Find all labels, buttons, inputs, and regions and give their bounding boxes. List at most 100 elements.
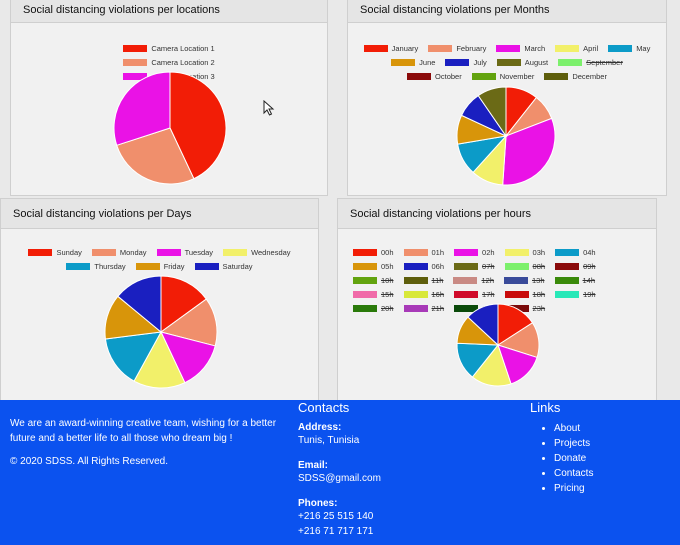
pie-chart-months (456, 86, 556, 186)
legend-swatch (555, 248, 580, 256)
legend-swatch (555, 262, 580, 270)
legend-item-months-april[interactable]: April (555, 42, 598, 54)
legend-swatch (555, 44, 580, 52)
legend-item-days-thursday[interactable]: Thursday (66, 260, 126, 272)
legend-label: Tuesday (184, 247, 214, 257)
chart-title-months: Social distancing violations per Months (348, 0, 666, 23)
legend-swatch (454, 262, 479, 270)
footer-link-donate[interactable]: Donate (554, 451, 593, 466)
footer-link-projects[interactable]: Projects (554, 436, 593, 451)
footer-link-about[interactable]: About (554, 421, 593, 436)
legend-item-hours-12h[interactable]: 12h (453, 274, 494, 286)
legend-item-hours-03h[interactable]: 03h (504, 246, 546, 258)
legend-swatch (544, 72, 569, 80)
legend-item-hours-15h[interactable]: 15h (353, 288, 394, 300)
legend-label: Wednesday (251, 247, 291, 257)
legend-label: November (499, 71, 535, 81)
legend-item-hours-05h[interactable]: 05h (353, 260, 394, 272)
legend-item-hours-21h[interactable]: 21h (403, 302, 444, 314)
legend-label: 08h (532, 261, 546, 271)
footer-link-pricing[interactable]: Pricing (554, 481, 593, 496)
legend-item-months-june[interactable]: June (391, 56, 435, 68)
legend-item-months-january[interactable]: January (363, 42, 419, 54)
legend-item-hours-18h[interactable]: 18h (504, 288, 545, 300)
legend-swatch (453, 276, 478, 284)
legend-item-hours-08h[interactable]: 08h (504, 260, 546, 272)
legend-item-months-may[interactable]: May (608, 42, 650, 54)
legend-label: Camera Location 1 (151, 43, 215, 53)
legend-item-months-july[interactable]: July (445, 56, 487, 68)
legend-label: 02h (482, 247, 495, 257)
legend-swatch (28, 248, 53, 256)
legend-item-hours-06h[interactable]: 06h (403, 260, 444, 272)
legend-label: Sunday (56, 247, 82, 257)
legend-item-months-march[interactable]: March (496, 42, 545, 54)
legend-swatch (496, 58, 521, 66)
legend-swatch (428, 44, 453, 52)
legend-swatch (353, 248, 377, 256)
legend-swatch (403, 304, 428, 312)
legend-item-months-november[interactable]: November (471, 70, 535, 82)
legend-swatch (403, 248, 428, 256)
footer-address-label: Address: (298, 422, 342, 433)
legend-item-hours-07h[interactable]: 07h (454, 260, 495, 272)
footer: We are an award-winning creative team, w… (0, 400, 680, 545)
legend-item-hours-01h[interactable]: 01h (403, 246, 444, 258)
legend-swatch (135, 262, 160, 270)
legend-item-months-october[interactable]: October (407, 70, 462, 82)
legend-item-hours-19h[interactable]: 19h (555, 288, 596, 300)
footer-link-contacts[interactable]: Contacts (554, 466, 593, 481)
legend-item-hours-13h[interactable]: 13h (504, 274, 545, 286)
footer-email-label: Email: (298, 460, 329, 471)
legend-item-hours-11h[interactable]: 11h (403, 274, 443, 286)
mouse-cursor-icon (263, 100, 275, 116)
pie-chart-locations (113, 71, 227, 185)
legend-label: October (435, 71, 462, 81)
legend-item-locations-camera-location-2[interactable]: Camera Location 2 (123, 56, 215, 68)
legend-swatch (403, 290, 428, 298)
legend-label: 13h (532, 275, 545, 285)
legend-item-days-friday[interactable]: Friday (135, 260, 185, 272)
legend-item-hours-00h[interactable]: 00h (353, 246, 394, 258)
legend-swatch (391, 58, 416, 66)
legend-label: April (583, 43, 599, 53)
footer-phone-2: +216 71 717 171 (298, 526, 374, 537)
legend-label: 03h (532, 247, 546, 257)
legend-label: January (391, 43, 419, 53)
legend-item-hours-10h[interactable]: 10h (353, 274, 394, 286)
footer-email[interactable]: SDSS@gmail.com (298, 471, 381, 486)
legend-item-months-august[interactable]: August (496, 56, 548, 68)
legend-label: 17h (482, 289, 495, 299)
chart-title-days: Social distancing violations per Days (1, 199, 318, 229)
legend-item-locations-camera-location-1[interactable]: Camera Location 1 (123, 42, 215, 54)
legend-swatch (353, 262, 377, 270)
legend-item-days-saturday[interactable]: Saturday (194, 260, 253, 272)
legend-label: June (419, 57, 436, 67)
legend-item-hours-09h[interactable]: 09h (555, 260, 596, 272)
legend-swatch (554, 276, 579, 284)
legend-swatch (194, 262, 219, 270)
legend-label: 00h (381, 247, 394, 257)
legend-item-hours-04h[interactable]: 04h (555, 246, 596, 258)
legend-label: July (473, 57, 487, 67)
legend-item-months-september[interactable]: September (558, 56, 623, 68)
legend-swatch (445, 58, 470, 66)
legend-item-hours-16h[interactable]: 16h (403, 288, 444, 300)
legend-swatch (223, 248, 248, 256)
legend-item-hours-14h[interactable]: 14h (554, 274, 595, 286)
legend-item-hours-20h[interactable]: 20h (353, 302, 394, 314)
legend-swatch (353, 304, 377, 312)
legend-item-hours-17h[interactable]: 17h (454, 288, 495, 300)
legend-item-days-wednesday[interactable]: Wednesday (223, 246, 291, 258)
legend-item-hours-02h[interactable]: 02h (454, 246, 495, 258)
legend-item-days-monday[interactable]: Monday (91, 246, 147, 258)
chart-legend-days: Sunday Monday Tuesday Wednesday Thursday Frid… (1, 245, 318, 273)
legend-swatch (123, 44, 148, 52)
legend-item-days-sunday[interactable]: Sunday (28, 246, 82, 258)
legend-item-months-february[interactable]: February (428, 42, 486, 54)
legend-item-months-december[interactable]: December (544, 70, 607, 82)
footer-address: Tunis, Tunisia (298, 435, 360, 446)
chart-card-months: Social distancing violations per Months … (347, 0, 667, 196)
legend-label: February (456, 43, 487, 53)
legend-item-days-tuesday[interactable]: Tuesday (156, 246, 214, 258)
